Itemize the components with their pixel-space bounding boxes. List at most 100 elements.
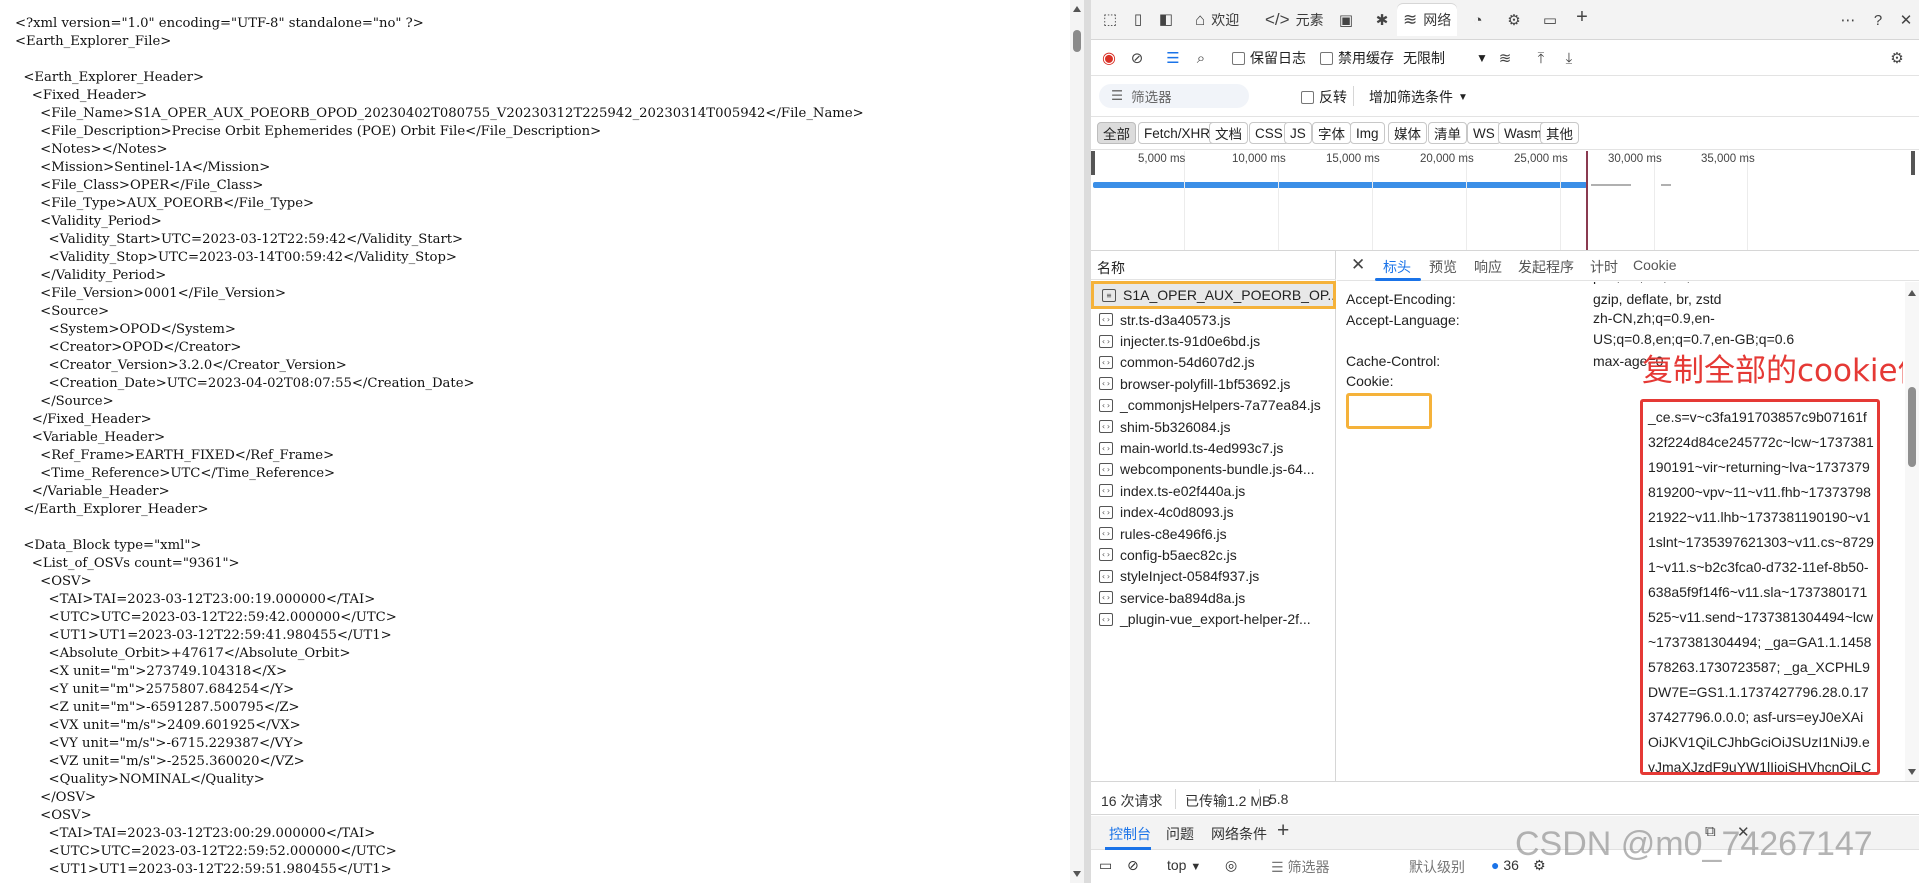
type-filter-chip[interactable]: JS	[1284, 122, 1312, 144]
request-row[interactable]: ‹› shim-5b326084.js	[1091, 416, 1336, 437]
clear-icon[interactable]: ⊘	[1127, 48, 1147, 68]
detail-tab[interactable]: 发起程序	[1518, 257, 1574, 277]
tab-welcome[interactable]: ⌂ 欢迎	[1195, 4, 1239, 36]
type-filter-chip[interactable]: CSS	[1249, 122, 1289, 144]
request-row[interactable]: ‹› index.ts-e02f440a.js	[1091, 480, 1336, 501]
filter-icon[interactable]: ☰	[1163, 48, 1183, 68]
filter-input[interactable]: ☰ 筛选器	[1099, 84, 1249, 108]
type-filter-chip[interactable]: WS	[1467, 122, 1501, 144]
type-filter-chip[interactable]: Img	[1350, 122, 1385, 144]
timeline-gridline	[1560, 151, 1561, 250]
type-filter-chip[interactable]: 媒体	[1388, 122, 1427, 144]
type-filter-chip[interactable]: 文档	[1209, 122, 1248, 144]
close-drawer-icon[interactable]: ✕	[1737, 823, 1750, 841]
scroll-up-icon[interactable]	[1908, 290, 1916, 296]
drawer-tab-network-conditions[interactable]: 网络条件	[1211, 824, 1267, 844]
tab-elements[interactable]: </> 元素	[1265, 4, 1324, 36]
invert-checkbox[interactable]: 反转	[1301, 87, 1347, 107]
inspect-icon[interactable]: ⬚	[1099, 8, 1121, 30]
checkbox-icon[interactable]	[1232, 51, 1245, 65]
application-icon[interactable]: ▭	[1539, 9, 1561, 31]
more-filters-dropdown[interactable]: 增加筛选条件 ▼	[1369, 87, 1468, 107]
detail-tab[interactable]: 计时	[1590, 257, 1618, 277]
help-icon[interactable]: ?	[1867, 9, 1889, 31]
scroll-thumb[interactable]	[1908, 387, 1916, 467]
request-row[interactable]: ‹› str.ts-d3a40573.js	[1091, 309, 1336, 330]
overview-left-handle[interactable]	[1091, 151, 1095, 175]
request-row[interactable]: ‹› webcomponents-bundle.js-64...	[1091, 459, 1336, 480]
import-har-icon[interactable]: ⤒	[1531, 48, 1551, 68]
xml-scrollbar[interactable]	[1070, 0, 1084, 883]
scroll-down-icon[interactable]	[1908, 769, 1916, 775]
export-har-icon[interactable]: ⤓	[1559, 48, 1579, 68]
request-row[interactable]: ‹› rules-c8e496f6.js	[1091, 523, 1336, 544]
disable-cache-checkbox[interactable]: 禁用缓存	[1320, 48, 1394, 68]
detail-tab[interactable]: 响应	[1474, 257, 1502, 277]
request-list-panel: 名称 ≡ S1A_OPER_AUX_POEORB_OP... ‹› str.ts-d3…	[1091, 251, 1336, 781]
scroll-thumb[interactable]	[1073, 30, 1081, 52]
detail-tab[interactable]: 标头	[1383, 257, 1411, 277]
dock-side-icon[interactable]: ◧	[1155, 8, 1177, 30]
detail-scrollbar[interactable]	[1905, 282, 1919, 781]
network-conditions-icon[interactable]: ≋	[1495, 48, 1515, 68]
detail-tab[interactable]: Cookie	[1633, 257, 1677, 273]
close-icon[interactable]: ✕	[1351, 255, 1365, 275]
close-icon[interactable]: ✕	[1895, 9, 1917, 31]
bug-icon[interactable]: ✱	[1371, 9, 1393, 31]
request-row[interactable]: ≡ S1A_OPER_AUX_POEORB_OP...	[1091, 281, 1336, 309]
eye-icon[interactable]: ◎	[1225, 857, 1237, 874]
overview-right-handle[interactable]	[1911, 151, 1915, 175]
scroll-down-icon[interactable]	[1073, 871, 1081, 877]
performance-icon[interactable]: ◔	[1467, 9, 1489, 31]
log-levels-select[interactable]: 默认级别	[1409, 857, 1465, 877]
headers-content: p... , ... , ... , ... , Accept-Encoding…	[1337, 282, 1903, 781]
request-row[interactable]: ‹› injecter.ts-91d0e6bd.js	[1091, 330, 1336, 351]
xml-line: <Creation_Date>UTC=2023-04-02T08:07:55</…	[15, 376, 475, 391]
throttle-select[interactable]: 无限制 ▼	[1403, 48, 1488, 68]
console-filter-input[interactable]: ☰ 筛选器	[1271, 857, 1329, 877]
device-toolbar-icon[interactable]: ▯	[1127, 8, 1149, 30]
cookie-value[interactable]: _ce.s=v~c3fa191703857c9b07161f32f224d84c…	[1640, 399, 1880, 775]
drawer-tab-console[interactable]: 控制台	[1109, 824, 1151, 844]
request-row[interactable]: ‹› index-4c0d8093.js	[1091, 502, 1336, 523]
request-row[interactable]: ‹› common-54d607d2.js	[1091, 352, 1336, 373]
detail-tab[interactable]: 预览	[1429, 257, 1457, 277]
request-row[interactable]: ‹› browser-polyfill-1bf53692.js	[1091, 373, 1336, 394]
tab-network[interactable]: ≋ 网络	[1397, 4, 1458, 36]
issues-count[interactable]: ● 36	[1491, 857, 1519, 873]
type-filter-chip[interactable]: 字体	[1312, 122, 1351, 144]
network-settings-icon[interactable]: ⚙	[1887, 48, 1907, 68]
add-tab-plus-icon[interactable]: +	[1277, 819, 1289, 843]
request-row[interactable]: ‹› config-b5aec82c.js	[1091, 544, 1336, 565]
more-tools-plus-icon[interactable]: +	[1571, 6, 1593, 28]
xml-line: <File_Type>AUX_POEORB</File_Type>	[15, 196, 315, 211]
request-row[interactable]: ‹› service-ba894d8a.js	[1091, 587, 1336, 608]
network-overview-timeline[interactable]: 5,000 ms 10,000 ms 15,000 ms 20,000 ms 25,00…	[1091, 151, 1919, 251]
sidebar-icon[interactable]: ▭	[1099, 857, 1112, 874]
xml-line: <OSV>	[15, 808, 92, 823]
checkbox-icon[interactable]	[1320, 51, 1333, 65]
type-filter-chip[interactable]: 清单	[1428, 122, 1467, 144]
drawer-tab-issues[interactable]: 问题	[1166, 824, 1194, 844]
more-icon[interactable]: ⋯	[1837, 9, 1859, 31]
undock-icon[interactable]: ⧉	[1705, 823, 1716, 840]
type-filter-chip[interactable]: 其他	[1540, 122, 1579, 144]
request-row[interactable]: ‹› _commonjsHelpers-7a77ea84.js	[1091, 395, 1336, 416]
scroll-up-icon[interactable]	[1073, 6, 1081, 12]
console-settings-icon[interactable]: ⚙	[1533, 857, 1546, 874]
search-icon[interactable]: ⌕	[1191, 48, 1211, 68]
console-icon[interactable]: ▣	[1335, 9, 1357, 31]
request-row[interactable]: ‹› styleInject-0584f937.js	[1091, 566, 1336, 587]
name-column-header[interactable]: 名称	[1091, 251, 1336, 280]
context-select[interactable]: top ▼	[1167, 857, 1201, 873]
request-row[interactable]: ‹› main-world.ts-4ed993c7.js	[1091, 437, 1336, 458]
request-row[interactable]: ‹› _plugin-vue_export-helper-2f...	[1091, 608, 1336, 629]
type-filter-chip[interactable]: Fetch/XHR	[1138, 122, 1217, 144]
checkbox-icon[interactable]	[1301, 90, 1314, 104]
pane-divider[interactable]	[1084, 0, 1091, 883]
clear-console-icon[interactable]: ⊘	[1127, 857, 1139, 874]
record-icon[interactable]: ◉	[1099, 48, 1119, 68]
type-filter-chip[interactable]: 全部	[1097, 122, 1136, 144]
gear-icon[interactable]: ⚙	[1503, 9, 1525, 31]
preserve-log-checkbox[interactable]: 保留日志	[1232, 48, 1306, 68]
